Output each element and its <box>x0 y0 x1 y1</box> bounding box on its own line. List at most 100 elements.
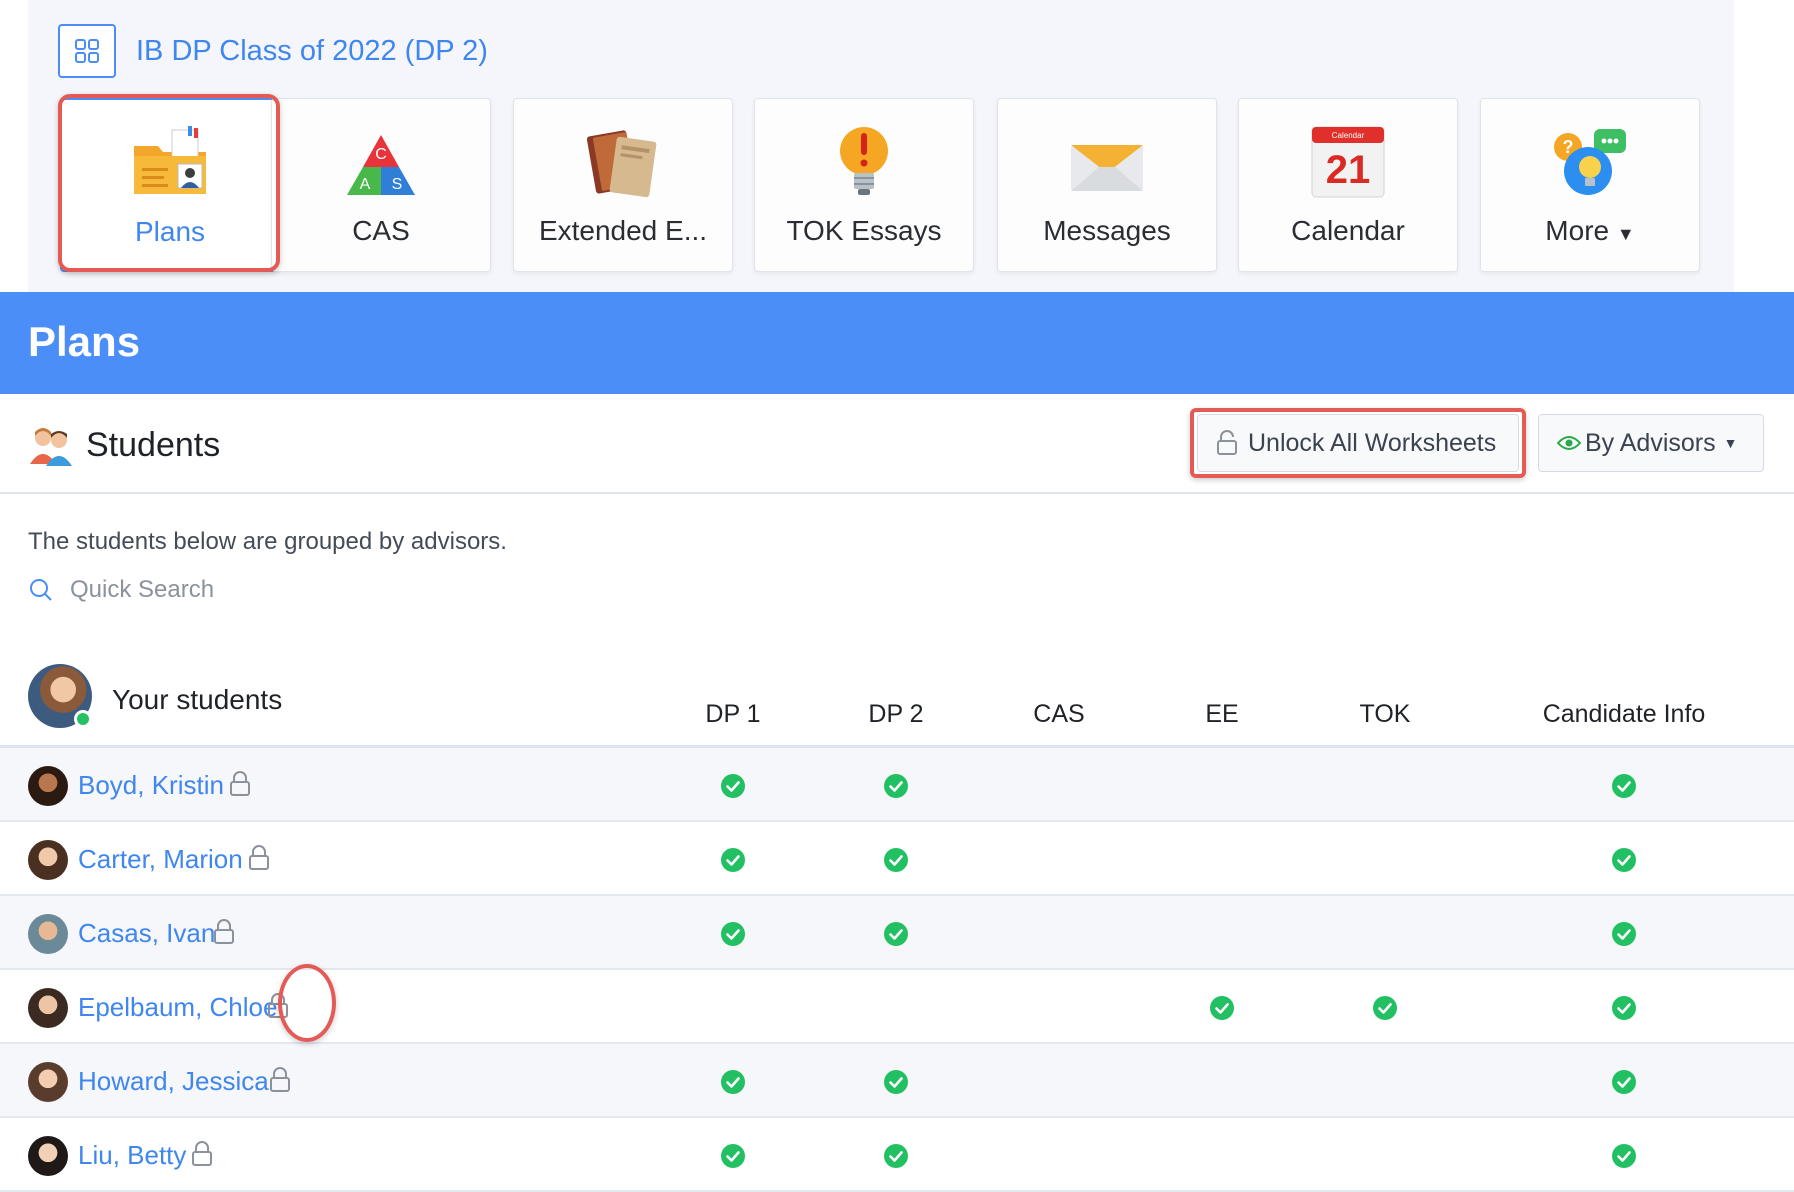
tile-label: Calendar <box>1291 215 1405 246</box>
search-input[interactable] <box>70 576 490 604</box>
check-circle-icon[interactable] <box>1611 1143 1637 1169</box>
student-avatar <box>28 1136 68 1176</box>
class-header: IB DP Class of 2022 (DP 2) <box>58 24 488 78</box>
calendar-icon: Calendar 21 <box>1311 126 1385 198</box>
tile-calendar[interactable]: Calendar 21 Calendar <box>1238 98 1458 272</box>
check-circle-icon[interactable] <box>1611 847 1637 873</box>
check-circle-icon[interactable] <box>883 1069 909 1095</box>
lock-icon[interactable] <box>243 842 275 874</box>
check-circle-icon[interactable] <box>883 1143 909 1169</box>
cas-letter-c: C <box>375 146 387 163</box>
class-panel: IB DP Class of 2022 (DP 2) Plans C A S C… <box>28 0 1734 292</box>
search-icon <box>30 579 52 601</box>
student-name-link[interactable]: Howard, Jessica <box>78 1066 269 1097</box>
cas-triangle-icon: C A S <box>347 135 415 195</box>
tile-messages[interactable]: Messages <box>997 98 1217 272</box>
check-circle-icon[interactable] <box>1611 773 1637 799</box>
tile-label: Plans <box>134 216 206 247</box>
student-avatar <box>28 1062 68 1102</box>
student-avatar <box>28 840 68 880</box>
cas-letter-s: S <box>392 176 403 193</box>
check-circle-icon[interactable] <box>720 773 746 799</box>
table-row: Casas, Ivan <box>0 896 1794 970</box>
check-circle-icon[interactable] <box>720 1069 746 1095</box>
tile-cas[interactable]: C A S CAS <box>271 98 491 272</box>
check-circle-icon[interactable] <box>1372 995 1398 1021</box>
unlock-all-label: Unlock All Worksheets <box>1248 428 1497 457</box>
students-header: Students Unlock All Worksheets By Adviso… <box>0 394 1794 494</box>
caret-down-icon: ▼ <box>1723 435 1738 451</box>
student-avatar <box>28 766 68 806</box>
tile-label: Messages <box>1043 215 1171 246</box>
students-title: Students <box>28 424 220 466</box>
tile-tok-essays[interactable]: TOK Essays <box>754 98 974 272</box>
col-ee[interactable]: EE <box>1205 700 1238 729</box>
lock-icon[interactable] <box>262 990 294 1022</box>
student-avatar <box>28 988 68 1028</box>
lock-icon[interactable] <box>224 768 256 800</box>
app-tiles: Plans C A S CAS Extended E... TOK Essays… <box>60 98 1736 272</box>
caret-down-icon: ▼ <box>1616 224 1635 244</box>
col-dp1[interactable]: DP 1 <box>705 700 760 729</box>
messages-envelope-icon <box>1071 145 1143 191</box>
group-title: Your students <box>112 684 283 715</box>
unlock-icon <box>1217 430 1237 455</box>
calendar-icon-day: 21 <box>1326 148 1371 192</box>
eye-icon <box>1557 436 1581 450</box>
col-dp2[interactable]: DP 2 <box>868 700 923 729</box>
by-advisors-label: By Advisors <box>1585 428 1716 457</box>
table-row: Carter, Marion <box>0 822 1794 896</box>
col-tok[interactable]: TOK <box>1360 700 1411 729</box>
tile-label: Extended E... <box>538 215 708 246</box>
calendar-icon-month: Calendar <box>1332 131 1365 140</box>
tile-label: CAS <box>352 215 410 246</box>
tile-label: TOK Essays <box>786 215 942 246</box>
cas-letter-a: A <box>360 176 371 193</box>
check-circle-icon[interactable] <box>720 847 746 873</box>
col-cas[interactable]: CAS <box>1033 700 1084 729</box>
tile-more[interactable]: ? More ▼ <box>1480 98 1700 272</box>
tile-extended-essay[interactable]: Extended E... <box>513 98 733 272</box>
by-advisors-dropdown[interactable]: By Advisors ▼ <box>1538 414 1764 472</box>
grouping-hint: The students below are grouped by adviso… <box>28 528 507 555</box>
check-circle-icon[interactable] <box>720 1143 746 1169</box>
check-circle-icon[interactable] <box>883 847 909 873</box>
check-circle-icon[interactable] <box>1611 995 1637 1021</box>
more-chat-bubbles-icon: ? <box>1554 129 1626 195</box>
table-row: Liu, Betty <box>0 1118 1794 1192</box>
student-name-link[interactable]: Epelbaum, Chloe <box>78 992 277 1023</box>
tile-plans[interactable]: Plans <box>60 98 280 272</box>
check-circle-icon[interactable] <box>1611 1069 1637 1095</box>
quick-search <box>28 576 490 604</box>
table-header: Your students DP 1 DP 2 CAS EE TOK Candi… <box>0 654 1794 748</box>
table-row: Boyd, Kristin <box>0 748 1794 822</box>
student-name-link[interactable]: Liu, Betty <box>78 1140 186 1171</box>
student-name-link[interactable]: Carter, Marion <box>78 844 243 875</box>
check-circle-icon[interactable] <box>1209 995 1235 1021</box>
table-row: Epelbaum, Chloe <box>0 970 1794 1044</box>
lock-icon[interactable] <box>208 916 240 948</box>
plans-banner: Plans <box>0 292 1794 394</box>
page-title: Plans <box>28 318 141 365</box>
lock-icon[interactable] <box>264 1064 296 1096</box>
check-circle-icon[interactable] <box>883 773 909 799</box>
student-name-link[interactable]: Boyd, Kristin <box>78 770 224 801</box>
unlock-all-worksheets-button[interactable]: Unlock All Worksheets <box>1197 414 1519 472</box>
student-name-link[interactable]: Casas, Ivan <box>78 918 215 949</box>
extended-essay-books-icon <box>586 130 657 198</box>
plans-folder-icon <box>134 126 206 194</box>
check-circle-icon[interactable] <box>883 921 909 947</box>
online-status-dot <box>74 710 92 728</box>
students-label: Students <box>86 425 221 464</box>
table-row: Howard, Jessica <box>0 1044 1794 1118</box>
lock-icon[interactable] <box>186 1138 218 1170</box>
students-icon <box>30 428 72 466</box>
col-candidate-info[interactable]: Candidate Info <box>1543 700 1706 729</box>
student-avatar <box>28 914 68 954</box>
class-title[interactable]: IB DP Class of 2022 (DP 2) <box>136 35 488 68</box>
check-circle-icon[interactable] <box>720 921 746 947</box>
grid-icon[interactable] <box>58 24 116 78</box>
check-circle-icon[interactable] <box>1611 921 1637 947</box>
tile-label: More ▼ <box>1481 215 1699 247</box>
more-label: More <box>1545 215 1610 246</box>
